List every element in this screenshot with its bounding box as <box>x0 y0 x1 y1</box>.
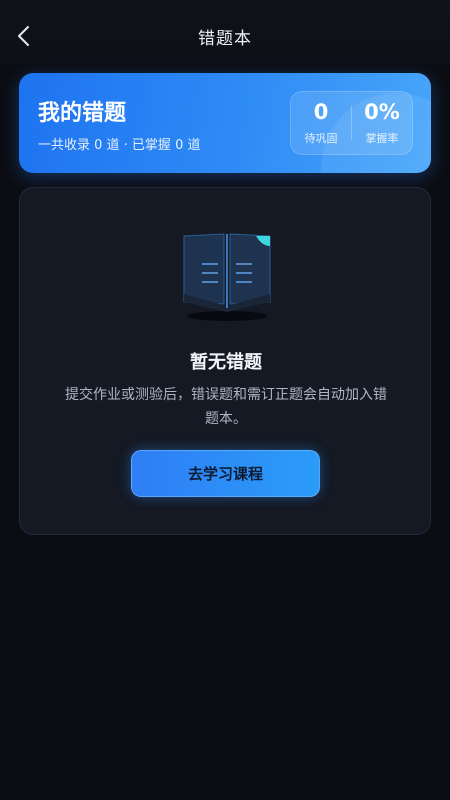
empty-state-card: 暂无错题 提交作业或测验后，错误题和需订正题会自动加入错题本。 去学习课程 <box>19 187 431 535</box>
summary-card: 我的错题 一共收录 0 道 · 已掌握 0 道 0 待巩固 0% 掌握率 <box>19 73 431 173</box>
open-book-icon <box>183 233 271 321</box>
go-to-courses-button[interactable]: 去学习课程 <box>131 450 320 497</box>
stats-panel: 0 待巩固 0% 掌握率 <box>290 91 413 155</box>
stat-value: 0 <box>313 100 329 124</box>
summary-title: 我的错题 <box>38 101 127 126</box>
empty-state-title: 暂无错题 <box>190 352 262 373</box>
summary-subtitle: 一共收录 0 道 · 已掌握 0 道 <box>38 138 201 153</box>
empty-state-description: 提交作业或测验后，错误题和需订正题会自动加入错题本。 <box>65 387 387 427</box>
stat-label: 待巩固 <box>304 132 338 145</box>
stat-value: 0% <box>364 100 400 124</box>
stat-to-review: 0 待巩固 <box>291 92 351 154</box>
stat-label: 掌握率 <box>365 132 399 145</box>
top-bar: 错题本 <box>0 0 450 64</box>
stat-mastery-rate: 0% 掌握率 <box>352 92 412 154</box>
page-title: 错题本 <box>198 29 252 49</box>
